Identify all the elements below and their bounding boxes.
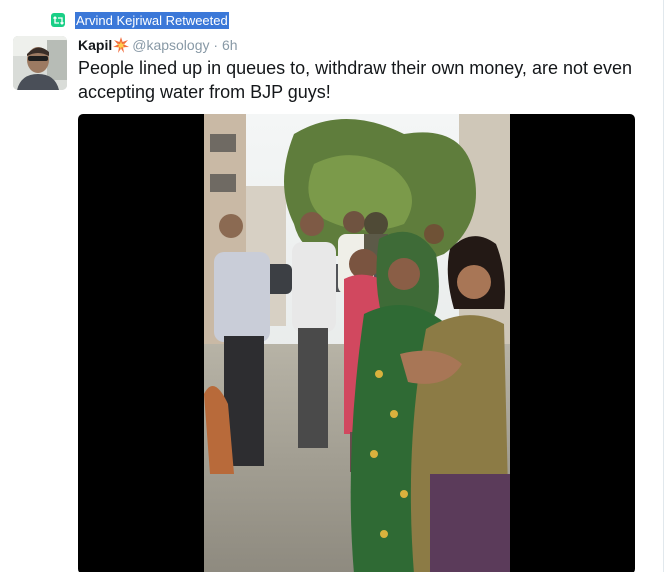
tweet-timestamp[interactable]: 6h [222, 37, 238, 53]
video-frame [204, 114, 510, 572]
explosion-emoji-icon [113, 37, 130, 58]
avatar[interactable] [13, 36, 67, 90]
header-separator: · [213, 37, 219, 53]
retweet-icon [51, 13, 65, 27]
tweet[interactable]: Arvind Kejriwal Retweeted Kapil @kapsolo… [0, 0, 664, 572]
tweet-header: Kapil @kapsology · 6h [78, 35, 238, 58]
tweet-text: People lined up in queues to, withdraw t… [78, 58, 633, 102]
author-name[interactable]: Kapil [78, 37, 112, 53]
retweet-context: Arvind Kejriwal Retweeted [51, 11, 229, 29]
author-handle[interactable]: @kapsology [132, 37, 209, 53]
video-player[interactable] [78, 114, 635, 572]
retweet-label[interactable]: Arvind Kejriwal Retweeted [75, 11, 229, 29]
